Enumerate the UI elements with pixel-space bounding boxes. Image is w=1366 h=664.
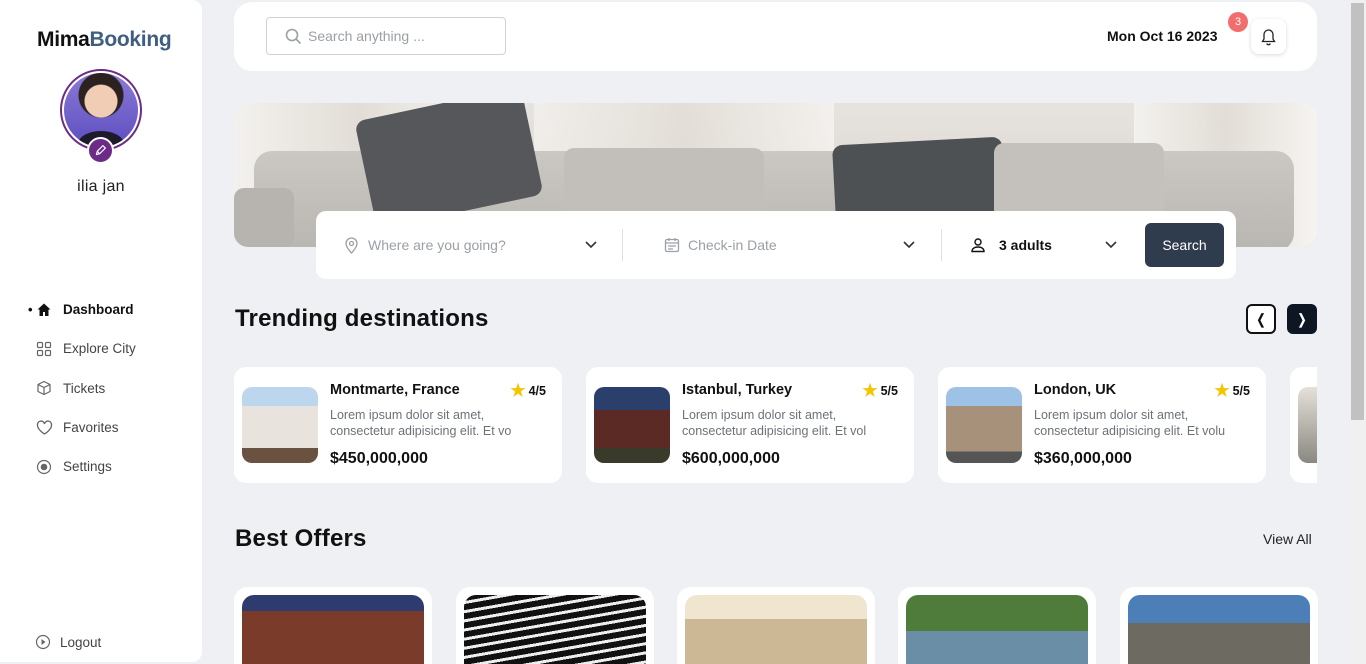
offer-card[interactable] bbox=[677, 587, 875, 664]
checkin-placeholder: Check-in Date bbox=[688, 237, 777, 253]
sidebar-item-label: Dashboard bbox=[63, 302, 134, 318]
destination-image bbox=[946, 387, 1022, 463]
trending-title: Trending destinations bbox=[235, 305, 489, 332]
offer-card[interactable] bbox=[234, 587, 432, 664]
destination-rating: ★ 5/5 bbox=[1214, 381, 1250, 400]
offer-card[interactable] bbox=[456, 587, 654, 664]
sidebar: MimaBooking ilia jan • Dashboard Explore… bbox=[0, 0, 202, 662]
sidebar-item-dashboard[interactable]: • Dashboard bbox=[28, 290, 136, 329]
carousel-prev-button[interactable]: ❬ bbox=[1246, 304, 1276, 334]
trending-carousel: Montmarte, France ★ 4/5 Lorem ipsum dolor… bbox=[234, 367, 1317, 483]
user-name: ilia jan bbox=[77, 178, 125, 195]
sidebar-item-label: Tickets bbox=[63, 380, 106, 396]
sidebar-item-tickets[interactable]: Tickets bbox=[28, 369, 136, 408]
offer-image bbox=[242, 595, 424, 664]
guests-value: 3 adults bbox=[999, 237, 1052, 253]
destination-field[interactable]: Where are you going? bbox=[344, 211, 594, 279]
grid-icon bbox=[35, 340, 53, 358]
app-logo[interactable]: MimaBooking bbox=[37, 28, 172, 52]
sidebar-item-settings[interactable]: Settings bbox=[28, 447, 136, 486]
chevron-right-icon: ❭ bbox=[1296, 310, 1308, 327]
destination-image bbox=[1298, 387, 1317, 463]
destination-description: Lorem ipsum dolor sit amet, consectetur … bbox=[1034, 408, 1226, 438]
sidebar-item-explore-city[interactable]: Explore City bbox=[28, 329, 136, 368]
user-icon bbox=[971, 238, 985, 253]
top-bar: Mon Oct 16 2023 3 bbox=[234, 2, 1317, 71]
search-button[interactable]: Search bbox=[1145, 223, 1224, 267]
logo-text-part1: Mima bbox=[37, 28, 90, 51]
destination-price: $600,000,000 bbox=[682, 450, 780, 467]
avatar-image bbox=[64, 73, 138, 147]
location-pin-icon bbox=[345, 236, 358, 254]
home-icon bbox=[35, 301, 53, 319]
logo-text-part2: Booking bbox=[89, 28, 172, 51]
calendar-icon bbox=[664, 238, 680, 253]
scrollbar-thumb[interactable] bbox=[1351, 3, 1364, 420]
destination-name: London, UK bbox=[1034, 382, 1117, 398]
destination-image bbox=[594, 387, 670, 463]
sidebar-item-favorites[interactable]: Favorites bbox=[28, 408, 136, 447]
destination-card[interactable]: London, UK ★ 5/5 Lorem ipsum dolor sit am… bbox=[938, 367, 1266, 483]
divider bbox=[622, 229, 623, 261]
sidebar-item-label: Explore City bbox=[63, 341, 136, 357]
star-icon: ★ bbox=[510, 381, 526, 400]
destination-description: Lorem ipsum dolor sit amet, consectetur … bbox=[682, 408, 867, 438]
destination-placeholder: Where are you going? bbox=[368, 237, 506, 253]
settings-icon bbox=[35, 458, 53, 476]
notification-count-badge: 3 bbox=[1228, 12, 1248, 32]
logout-label: Logout bbox=[60, 634, 102, 650]
current-date: Mon Oct 16 2023 bbox=[1107, 28, 1218, 44]
pencil-icon bbox=[95, 145, 106, 156]
destination-name: Istanbul, Turkey bbox=[682, 382, 793, 398]
offer-image bbox=[906, 595, 1088, 664]
destination-card[interactable] bbox=[1290, 367, 1317, 483]
carousel-next-button[interactable]: ❭ bbox=[1287, 304, 1317, 334]
offer-image bbox=[685, 595, 867, 664]
box-icon bbox=[35, 379, 53, 397]
offer-image bbox=[1128, 595, 1310, 664]
offer-card[interactable] bbox=[1120, 587, 1318, 664]
offer-image bbox=[464, 595, 646, 664]
destination-description: Lorem ipsum dolor sit amet, consectetur … bbox=[330, 408, 512, 438]
offer-card[interactable] bbox=[898, 587, 1096, 664]
destination-price: $360,000,000 bbox=[1034, 450, 1132, 467]
destination-price: $450,000,000 bbox=[330, 450, 428, 467]
sidebar-item-label: Favorites bbox=[63, 420, 119, 436]
notifications-button[interactable] bbox=[1251, 19, 1286, 54]
logout-button[interactable]: Logout bbox=[35, 634, 101, 650]
search-input[interactable] bbox=[308, 28, 488, 44]
search-icon bbox=[285, 28, 302, 44]
heart-icon bbox=[35, 419, 53, 437]
best-offers-title: Best Offers bbox=[235, 525, 367, 552]
divider bbox=[941, 229, 942, 261]
logout-icon bbox=[35, 634, 51, 650]
search-box[interactable] bbox=[266, 17, 506, 55]
chevron-down-icon[interactable] bbox=[584, 237, 598, 251]
star-icon: ★ bbox=[1214, 381, 1230, 400]
destination-rating: ★ 5/5 bbox=[862, 381, 898, 400]
destination-card[interactable]: Istanbul, Turkey ★ 5/5 Lorem ipsum dolor … bbox=[586, 367, 914, 483]
active-indicator: • bbox=[28, 302, 33, 318]
destination-name: Montmarte, France bbox=[330, 382, 460, 398]
destination-card[interactable]: Montmarte, France ★ 4/5 Lorem ipsum dolor… bbox=[234, 367, 562, 483]
sidebar-item-label: Settings bbox=[63, 459, 112, 475]
edit-avatar-button[interactable] bbox=[87, 137, 114, 164]
bell-icon bbox=[1261, 28, 1276, 45]
booking-search-bar: Where are you going? Check-in Date 3 adu… bbox=[316, 211, 1236, 279]
destination-image bbox=[242, 387, 318, 463]
chevron-left-icon: ❬ bbox=[1255, 310, 1267, 327]
star-icon: ★ bbox=[862, 381, 878, 400]
sidebar-nav: • Dashboard Explore City Tickets Favorit… bbox=[28, 290, 136, 486]
chevron-down-icon[interactable] bbox=[1104, 237, 1118, 251]
destination-rating: ★ 4/5 bbox=[510, 381, 546, 400]
chevron-down-icon[interactable] bbox=[902, 237, 916, 251]
view-all-link[interactable]: View All bbox=[1263, 531, 1312, 547]
checkin-date-field[interactable]: Check-in Date bbox=[664, 211, 914, 279]
